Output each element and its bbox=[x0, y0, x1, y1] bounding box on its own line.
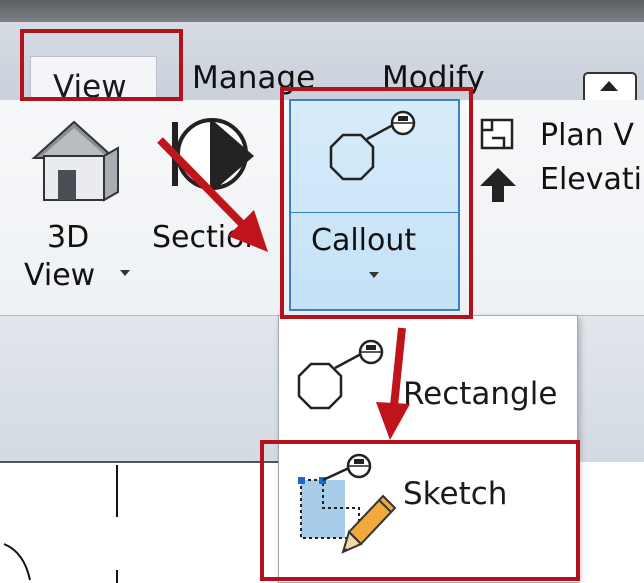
instruction-arrows bbox=[157, 137, 410, 440]
arrow-to-callout-icon bbox=[157, 137, 268, 252]
arrow-to-sketch-icon bbox=[376, 327, 410, 440]
